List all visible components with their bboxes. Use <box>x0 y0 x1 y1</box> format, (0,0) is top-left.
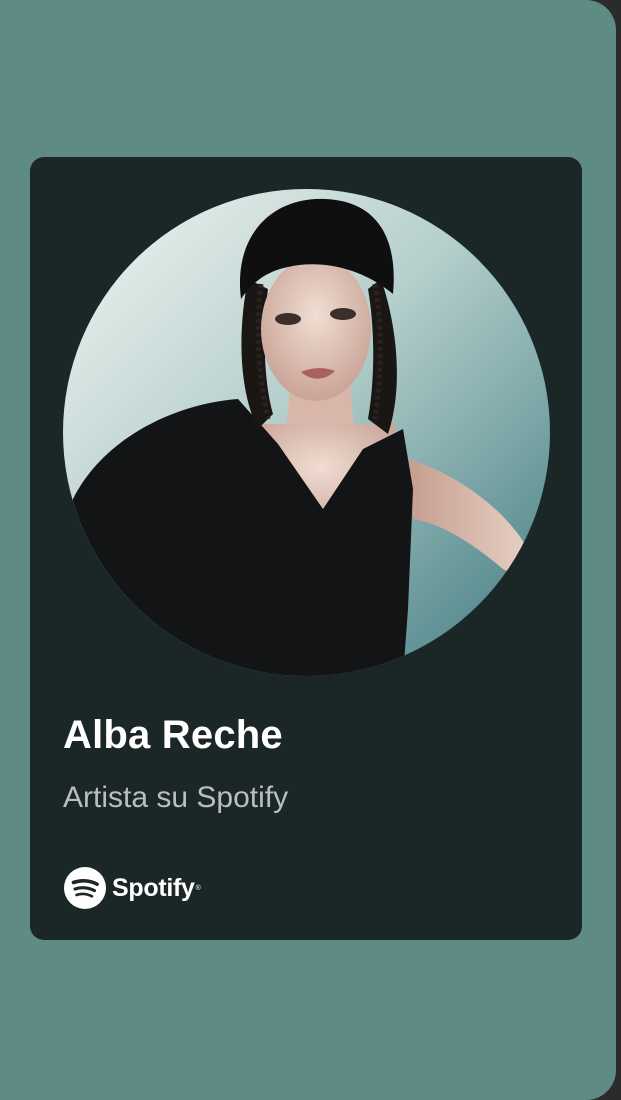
registered-mark: ® <box>195 884 201 892</box>
artist-share-card[interactable]: Alba Reche Artista su Spotify Spotify ® <box>30 157 582 940</box>
story-background: Alba Reche Artista su Spotify Spotify ® <box>0 0 616 1100</box>
spotify-logo-icon <box>64 867 106 909</box>
artist-name: Alba Reche <box>63 713 283 757</box>
spotify-wordmark: Spotify <box>112 873 195 902</box>
artist-subtitle: Artista su Spotify <box>63 781 289 814</box>
spotify-logo[interactable]: Spotify ® <box>64 867 201 909</box>
artist-photo <box>63 189 550 676</box>
